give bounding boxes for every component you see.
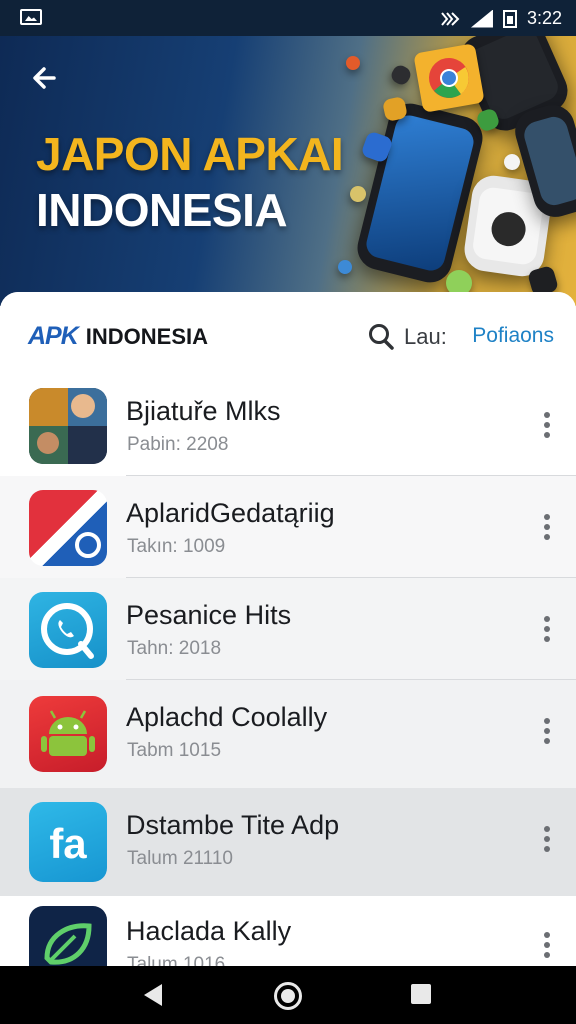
app-tile-illustration bbox=[502, 152, 522, 172]
navigation-bar bbox=[0, 966, 576, 1024]
status-bar: 3:22 bbox=[0, 0, 576, 36]
app-tile-illustration bbox=[336, 258, 354, 276]
more-options-icon[interactable] bbox=[544, 412, 550, 438]
list-header: APK INDONESIA Lau: Pofiaons bbox=[0, 292, 576, 374]
app-tile-illustration bbox=[388, 62, 414, 88]
search-icon bbox=[369, 324, 394, 350]
banner-title-line2: INDONESIA bbox=[36, 184, 288, 236]
search-label: Lau: bbox=[404, 324, 447, 349]
nav-home-icon[interactable] bbox=[274, 982, 302, 1010]
app-icon-stripes bbox=[29, 490, 107, 566]
app-name: Pesanice Hits bbox=[126, 600, 292, 630]
more-options-icon[interactable] bbox=[544, 826, 550, 852]
app-name: AplaridGedatąriig bbox=[126, 498, 335, 528]
more-options-icon[interactable] bbox=[544, 616, 550, 642]
app-meta: Tabm 1015 bbox=[127, 740, 222, 761]
list-item[interactable]: Bjiatuře Mlks Pabin: 2208 bbox=[0, 374, 576, 476]
vibrate-icon bbox=[441, 11, 460, 26]
app-icon-music bbox=[29, 388, 107, 464]
more-options-icon[interactable] bbox=[544, 932, 550, 958]
app-tile-illustration bbox=[346, 56, 360, 70]
more-options-icon[interactable] bbox=[544, 718, 550, 744]
app-meta: Takın: 1009 bbox=[127, 536, 226, 557]
app-icon-phone-chat bbox=[29, 592, 107, 668]
logo-mark: APK bbox=[28, 322, 79, 350]
app-name: Dstambe Tite Adp bbox=[126, 810, 340, 840]
app-icon-android bbox=[29, 696, 107, 772]
app-meta: Tahn: 2018 bbox=[127, 638, 222, 659]
app-icon-leaf bbox=[29, 906, 107, 972]
options-link[interactable]: Pofiaons bbox=[472, 324, 554, 348]
brand-logo: APK INDONESIA bbox=[28, 322, 208, 351]
app-meta: Pabin: 2208 bbox=[127, 434, 229, 455]
list-item[interactable]: Aplachd Coolally Tabm 1015 bbox=[0, 680, 576, 788]
app-name: Aplachd Coolally bbox=[126, 702, 328, 732]
banner-title: JAPON APKAI INDONESIA bbox=[36, 126, 344, 238]
app-list-card: APK INDONESIA Lau: Pofiaons Bjiatuře Mlks… bbox=[0, 292, 576, 972]
more-options-icon[interactable] bbox=[544, 514, 550, 540]
search-button[interactable]: Lau: bbox=[368, 323, 447, 351]
list-item[interactable]: Pesanice Hits Tahn: 2018 bbox=[0, 578, 576, 680]
list-item[interactable]: Haclada Kally Talum 1016 bbox=[0, 896, 576, 972]
list-item-selected[interactable]: fa Dstambe Tite Adp Talum 21110 bbox=[0, 788, 576, 896]
nav-recents-icon[interactable] bbox=[411, 984, 431, 1004]
back-arrow-icon[interactable] bbox=[28, 62, 60, 94]
status-time: 3:22 bbox=[526, 8, 562, 28]
logo-text: INDONESIA bbox=[85, 324, 209, 349]
screenshot-icon bbox=[20, 9, 42, 25]
chrome-logo-icon bbox=[413, 43, 485, 113]
app-tile-illustration bbox=[348, 184, 368, 204]
signal-icon bbox=[470, 9, 493, 28]
banner-title-line1: JAPON APKAI bbox=[36, 128, 344, 180]
app-icon-fa: fa bbox=[29, 802, 107, 882]
app-name: Bjiatuře Mlks bbox=[126, 396, 281, 426]
list-item[interactable]: AplaridGedatąriig Takın: 1009 bbox=[0, 476, 576, 578]
app-name: Haclada Kally bbox=[126, 916, 292, 946]
app-meta: Talum 21110 bbox=[127, 848, 233, 869]
nav-back-icon[interactable] bbox=[144, 984, 162, 1006]
battery-icon bbox=[502, 9, 517, 28]
hero-banner: JAPON APKAI INDONESIA bbox=[0, 36, 576, 306]
